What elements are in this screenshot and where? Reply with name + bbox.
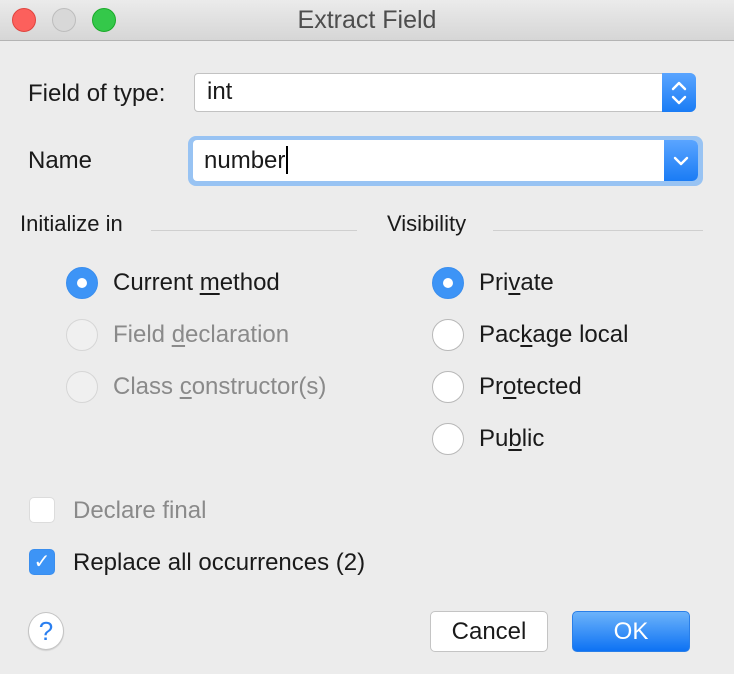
radio-package-local[interactable] (432, 319, 464, 351)
current-method-label[interactable]: Current method (113, 269, 280, 297)
radio-protected[interactable] (432, 371, 464, 403)
declare-final-checkbox[interactable] (29, 497, 55, 523)
chevron-down-icon[interactable] (664, 140, 698, 181)
field-type-value: int (207, 78, 233, 105)
initialize-in-divider (151, 230, 357, 231)
up-down-chevron-icon[interactable] (662, 73, 696, 112)
protected-label[interactable]: Protected (479, 373, 582, 401)
field-type-select[interactable]: int (194, 73, 696, 112)
title-bar: Extract Field (0, 0, 734, 41)
name-combobox[interactable]: number (193, 140, 698, 181)
package-local-label[interactable]: Package local (479, 321, 628, 349)
name-label: Name (28, 147, 93, 174)
public-label[interactable]: Public (479, 425, 544, 453)
help-button[interactable]: ? (28, 612, 64, 650)
replace-all-checkbox[interactable]: ✓ (29, 549, 55, 575)
question-mark-icon: ? (38, 616, 54, 646)
replace-all-label[interactable]: Replace all occurrences (2) (73, 549, 365, 577)
initialize-in-heading: Initialize in (20, 211, 123, 236)
name-input-value[interactable]: number (204, 147, 285, 174)
radio-class-constructor[interactable] (66, 371, 98, 403)
cancel-button[interactable]: Cancel (430, 611, 548, 652)
radio-current-method[interactable] (66, 267, 98, 299)
text-caret (286, 146, 289, 174)
visibility-heading: Visibility (387, 211, 467, 236)
field-type-label: Field of type: (28, 80, 166, 107)
class-constructor-label[interactable]: Class constructor(s) (113, 373, 326, 401)
visibility-divider (493, 230, 703, 231)
window-title: Extract Field (297, 6, 437, 34)
radio-public[interactable] (432, 423, 464, 455)
radio-private[interactable] (432, 267, 464, 299)
ok-button[interactable]: OK (572, 611, 690, 652)
checkmark-icon: ✓ (33, 551, 51, 573)
field-declaration-label[interactable]: Field declaration (113, 321, 289, 349)
private-label[interactable]: Private (479, 269, 554, 297)
declare-final-label[interactable]: Declare final (73, 497, 206, 525)
radio-field-declaration[interactable] (66, 319, 98, 351)
